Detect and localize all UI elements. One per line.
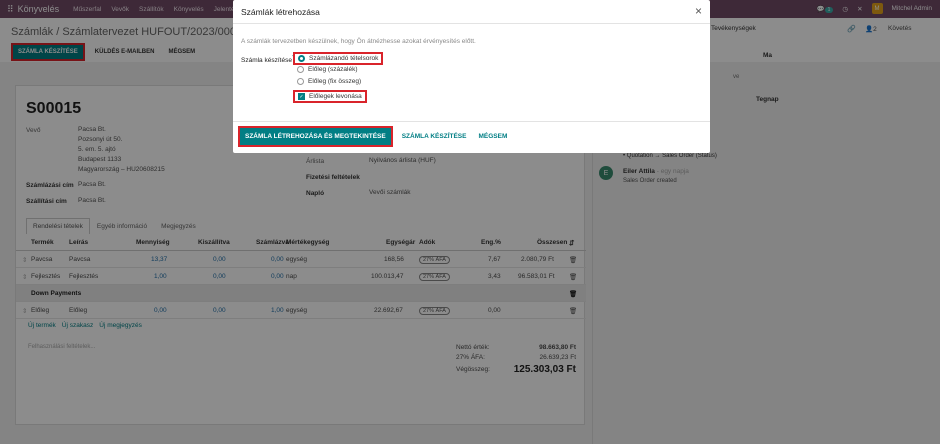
radio-down-payment-percentage[interactable]: Előleg (százalék): [297, 66, 358, 73]
deduct-down-payments-checkbox[interactable]: ✓ Előlegek levonása: [293, 90, 367, 103]
dialog-footer-divider: [233, 121, 710, 122]
dialog-divider: [233, 23, 710, 24]
dialog-cancel-button[interactable]: MÉGSEM: [475, 129, 510, 144]
create-invoices-dialog: Számlák létrehozása × A számlák tervezet…: [233, 0, 710, 153]
radio-label: Előleg (fix összeg): [308, 78, 362, 85]
checkmark-icon: ✓: [298, 93, 305, 100]
checkbox-label: Előlegek levonása: [309, 93, 362, 100]
dialog-title: Számlák létrehozása: [241, 7, 320, 17]
dialog-footer: SZÁMLA LÉTREHOZÁSA ÉS MEGTEKINTÉSE SZÁML…: [238, 126, 510, 147]
radio-unselected-icon: [297, 66, 304, 73]
close-icon[interactable]: ×: [695, 4, 702, 18]
radio-selected-icon: [298, 55, 305, 62]
radio-label: Számlázandó tételsorok: [309, 55, 379, 62]
radio-down-payment-fixed[interactable]: Előleg (fix összeg): [297, 78, 361, 85]
dialog-description: A számlák tervezetben készülnek, hogy Ön…: [241, 38, 476, 45]
radio-label: Előleg (százalék): [308, 66, 358, 73]
invoice-method-label: Számla készítése?: [241, 55, 295, 64]
radio-unselected-icon: [297, 78, 304, 85]
create-and-view-invoice-button[interactable]: SZÁMLA LÉTREHOZÁSA ÉS MEGTEKINTÉSE: [238, 126, 393, 147]
invoice-method-label-text: Számla készítése: [241, 57, 292, 65]
radio-invoiceable-lines[interactable]: Számlázandó tételsorok: [293, 52, 384, 65]
create-invoice-dialog-button[interactable]: SZÁMLA KÉSZÍTÉSE: [399, 129, 470, 144]
